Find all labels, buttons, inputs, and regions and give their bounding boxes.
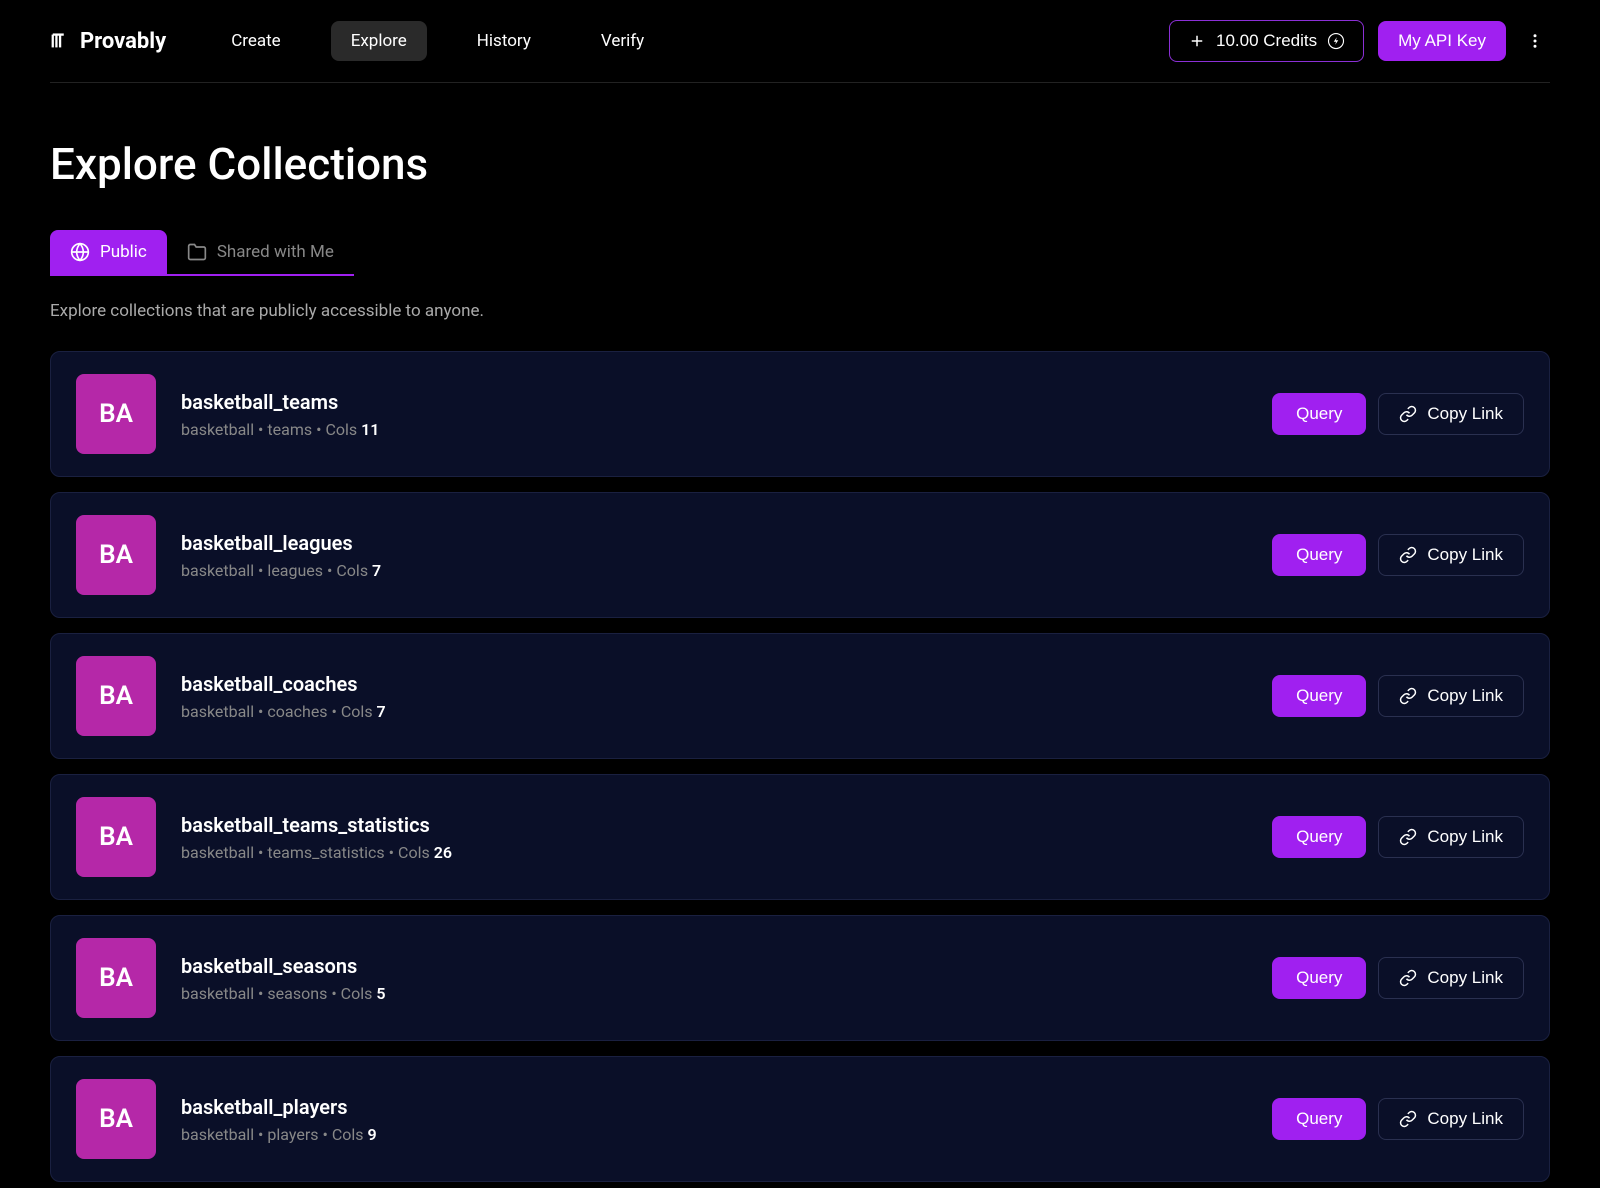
item-right: Query Copy Link	[1272, 534, 1524, 576]
copy-link-button[interactable]: Copy Link	[1378, 675, 1524, 717]
credits-label: 10.00 Credits	[1216, 31, 1317, 51]
item-right: Query Copy Link	[1272, 1098, 1524, 1140]
copy-link-button[interactable]: Copy Link	[1378, 816, 1524, 858]
query-button[interactable]: Query	[1272, 816, 1366, 858]
collection-item[interactable]: BA basketball_teams basketball • teams • C…	[50, 351, 1550, 477]
collection-badge: BA	[76, 1079, 156, 1159]
nav-explore[interactable]: Explore	[331, 21, 427, 61]
nav-history[interactable]: History	[457, 21, 551, 61]
logo-text: Provably	[80, 29, 166, 54]
collection-badge: BA	[76, 656, 156, 736]
copy-link-label: Copy Link	[1427, 827, 1503, 847]
collection-title: basketball_coaches	[181, 672, 386, 696]
collection-meta: basketball • players • Cols 9	[181, 1125, 377, 1144]
collection-meta: basketball • coaches • Cols 7	[181, 702, 386, 721]
copy-link-button[interactable]: Copy Link	[1378, 534, 1524, 576]
copy-link-label: Copy Link	[1427, 1109, 1503, 1129]
tab-shared-label: Shared with Me	[217, 242, 334, 262]
main-nav: Create Explore History Verify	[211, 21, 664, 61]
copy-link-button[interactable]: Copy Link	[1378, 1098, 1524, 1140]
item-right: Query Copy Link	[1272, 957, 1524, 999]
item-left: BA basketball_players basketball • players…	[76, 1079, 377, 1159]
credits-button[interactable]: 10.00 Credits	[1169, 20, 1364, 62]
bolt-circle-icon	[1327, 32, 1345, 50]
collection-meta: basketball • seasons • Cols 5	[181, 984, 385, 1003]
link-icon	[1399, 405, 1417, 423]
item-info: basketball_teams basketball • teams • Col…	[181, 390, 379, 439]
item-left: BA basketball_leagues basketball • leagues…	[76, 515, 381, 595]
query-button[interactable]: Query	[1272, 675, 1366, 717]
collection-badge: BA	[76, 797, 156, 877]
item-right: Query Copy Link	[1272, 675, 1524, 717]
collection-list: BA basketball_teams basketball • teams • C…	[50, 351, 1550, 1182]
copy-link-label: Copy Link	[1427, 545, 1503, 565]
tab-public[interactable]: Public	[50, 230, 167, 274]
header-right: 10.00 Credits My API Key	[1169, 20, 1550, 62]
item-info: basketball_seasons basketball • seasons •…	[181, 954, 385, 1003]
link-icon	[1399, 969, 1417, 987]
item-right: Query Copy Link	[1272, 393, 1524, 435]
link-icon	[1399, 687, 1417, 705]
copy-link-button[interactable]: Copy Link	[1378, 393, 1524, 435]
link-icon	[1399, 546, 1417, 564]
collection-title: basketball_seasons	[181, 954, 385, 978]
api-key-button[interactable]: My API Key	[1378, 21, 1506, 61]
item-info: basketball_players basketball • players •…	[181, 1095, 377, 1144]
collection-badge: BA	[76, 374, 156, 454]
copy-link-button[interactable]: Copy Link	[1378, 957, 1524, 999]
collection-item[interactable]: BA basketball_players basketball • players…	[50, 1056, 1550, 1182]
copy-link-label: Copy Link	[1427, 968, 1503, 988]
collection-item[interactable]: BA basketball_seasons basketball • seasons…	[50, 915, 1550, 1041]
copy-link-label: Copy Link	[1427, 404, 1503, 424]
collection-badge: BA	[76, 938, 156, 1018]
collection-item[interactable]: BA basketball_teams_statistics basketball …	[50, 774, 1550, 900]
item-info: basketball_leagues basketball • leagues •…	[181, 531, 381, 580]
collection-title: basketball_teams	[181, 390, 379, 414]
nav-create[interactable]: Create	[211, 21, 301, 61]
page-description: Explore collections that are publicly ac…	[50, 301, 1550, 321]
item-left: BA basketball_coaches basketball • coaches…	[76, 656, 386, 736]
item-info: basketball_coaches basketball • coaches •…	[181, 672, 386, 721]
globe-icon	[70, 242, 90, 262]
tabs: Public Shared with Me	[50, 230, 354, 276]
plus-icon	[1188, 32, 1206, 50]
nav-verify[interactable]: Verify	[581, 21, 664, 61]
logo-icon	[50, 30, 72, 52]
collection-item[interactable]: BA basketball_coaches basketball • coaches…	[50, 633, 1550, 759]
collection-badge: BA	[76, 515, 156, 595]
query-button[interactable]: Query	[1272, 957, 1366, 999]
item-right: Query Copy Link	[1272, 816, 1524, 858]
item-info: basketball_teams_statistics basketball • …	[181, 813, 452, 862]
link-icon	[1399, 1110, 1417, 1128]
collection-meta: basketball • leagues • Cols 7	[181, 561, 381, 580]
item-left: BA basketball_teams_statistics basketball …	[76, 797, 452, 877]
query-button[interactable]: Query	[1272, 1098, 1366, 1140]
item-left: BA basketball_teams basketball • teams • C…	[76, 374, 379, 454]
collection-title: basketball_leagues	[181, 531, 381, 555]
tab-public-label: Public	[100, 242, 147, 262]
query-button[interactable]: Query	[1272, 534, 1366, 576]
collection-title: basketball_players	[181, 1095, 377, 1119]
collection-title: basketball_teams_statistics	[181, 813, 452, 837]
more-vertical-icon	[1526, 32, 1544, 50]
tab-shared[interactable]: Shared with Me	[167, 230, 354, 274]
item-left: BA basketball_seasons basketball • seasons…	[76, 938, 385, 1018]
folder-icon	[187, 242, 207, 262]
collection-meta: basketball • teams • Cols 11	[181, 420, 379, 439]
copy-link-label: Copy Link	[1427, 686, 1503, 706]
query-button[interactable]: Query	[1272, 393, 1366, 435]
header: Provably Create Explore History Verify 1…	[50, 0, 1550, 83]
collection-item[interactable]: BA basketball_leagues basketball • leagues…	[50, 492, 1550, 618]
logo[interactable]: Provably	[50, 29, 166, 54]
more-button[interactable]	[1520, 26, 1550, 56]
link-icon	[1399, 828, 1417, 846]
header-left: Provably Create Explore History Verify	[50, 21, 664, 61]
collection-meta: basketball • teams_statistics • Cols 26	[181, 843, 452, 862]
page-title: Explore Collections	[50, 138, 1550, 190]
